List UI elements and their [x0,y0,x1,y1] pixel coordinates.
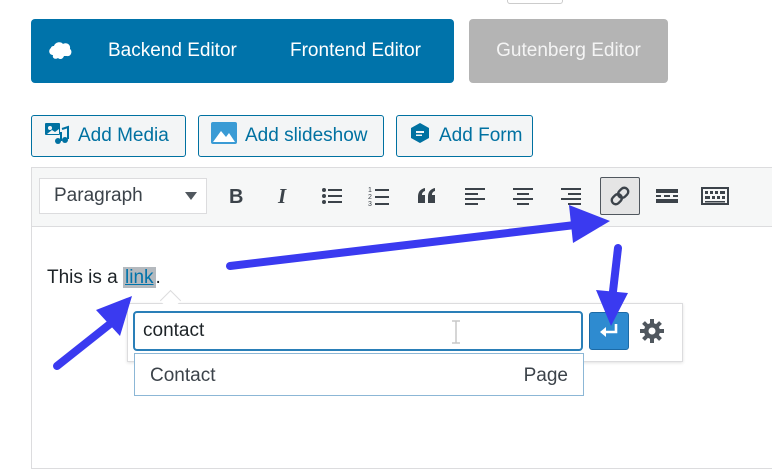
read-more-button[interactable] [649,178,685,214]
add-slideshow-button[interactable]: Add slideshow [198,115,384,157]
editor-paragraph[interactable]: This is a link. [47,267,161,289]
align-center-button[interactable] [505,178,541,214]
toolbar-toggle-button[interactable] [697,178,733,214]
suggestion-title: Contact [150,365,216,386]
gutenberg-editor-button[interactable]: Gutenberg Editor [469,19,668,83]
link-options-gear-icon[interactable] [639,318,665,349]
bulleted-list-icon [322,188,342,204]
form-icon [409,122,439,150]
bulleted-list-button[interactable] [314,178,350,214]
add-media-label: Add Media [78,125,169,146]
text-cursor-icon [452,320,460,349]
svg-text:I: I [277,186,287,206]
align-left-button[interactable] [457,178,493,214]
italic-icon: I [277,186,287,206]
keyboard-icon [701,187,729,205]
blockquote-icon [418,188,435,203]
svg-text:B: B [229,186,243,206]
blockquote-button[interactable] [409,178,445,214]
frontend-editor-button[interactable]: Frontend Editor [290,19,421,83]
add-slideshow-label: Add slideshow [245,125,368,146]
link-suggestion-item[interactable]: Contact Page [134,353,584,396]
add-media-button[interactable]: Add Media [31,115,186,157]
align-right-icon [561,188,581,205]
suggestion-type: Page [523,365,568,386]
apply-link-button[interactable] [589,312,629,350]
wpbakery-cloud-icon [47,41,73,66]
selected-link-text[interactable]: link [123,267,156,288]
bold-button[interactable]: B [218,178,254,214]
add-form-label: Add Form [439,125,523,146]
numbered-list-button[interactable]: 1 2 3 [361,178,397,214]
numbered-list-icon: 1 2 3 [368,187,389,207]
add-media-icon [44,121,78,151]
add-form-button[interactable]: Add Form [396,115,533,157]
top-tab-stub [507,0,563,4]
svg-text:1: 1 [368,187,372,194]
read-more-icon [656,189,678,203]
insert-link-button[interactable] [600,177,640,215]
svg-text:2: 2 [368,194,372,201]
format-select[interactable]: Paragraph [39,178,207,214]
svg-text:3: 3 [368,201,372,207]
italic-button[interactable]: I [265,178,301,214]
align-right-button[interactable] [553,178,589,214]
link-url-input[interactable] [133,311,583,351]
slideshow-icon [211,122,245,150]
align-left-icon [465,188,485,205]
editor-mode-group: Backend Editor Frontend Editor [31,19,454,83]
align-center-icon [513,188,533,205]
link-icon [610,186,630,206]
paragraph-text-before: This is a [47,267,124,288]
bold-icon: B [229,186,243,206]
enter-icon [600,324,618,337]
paragraph-text-after: . [155,267,161,288]
backend-editor-button[interactable]: Backend Editor [108,19,237,83]
format-select-value: Paragraph [54,185,143,206]
chevron-down-icon [185,192,197,200]
